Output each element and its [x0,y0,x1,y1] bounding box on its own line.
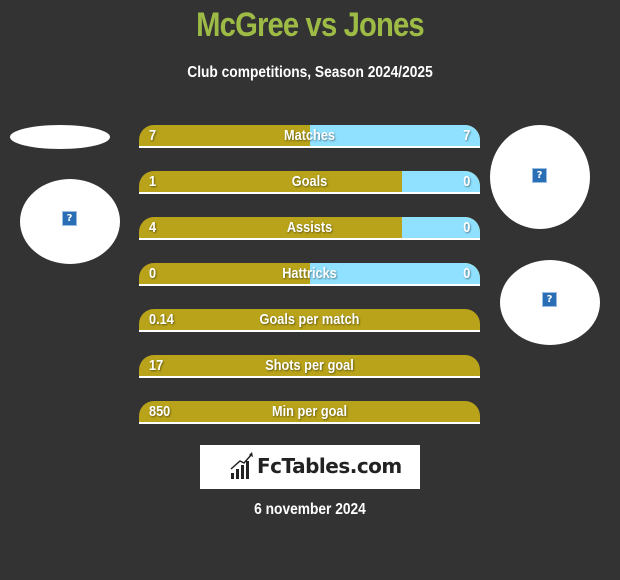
broken-image-icon: ? [532,168,547,183]
stat-label: Goals per match [259,311,360,328]
right-value: 0 [462,265,470,282]
fctables-logo[interactable]: FcTables.com [200,445,420,489]
bar-chart-logo-icon [230,452,253,479]
broken-image-icon: ? [62,211,77,226]
right-value: 7 [462,127,470,144]
page-title: McGree vs Jones [196,6,425,44]
stat-row: 850 Min per goal [139,401,480,424]
stat-label: Goals [291,173,328,190]
date-label: 6 november 2024 [254,501,366,518]
stat-row: 0.14 Goals per match [139,309,480,332]
stat-row: 4 Assists 0 [139,217,480,240]
stat-label: Assists [286,219,333,236]
left-value: 1 [149,173,157,190]
right-club-logo: ? [500,260,600,345]
left-player-photo: ? [20,179,120,264]
competition-subtitle: Club competitions, Season 2024/2025 [187,64,433,81]
stat-row: 1 Goals 0 [139,171,480,194]
left-value: 7 [149,127,157,144]
left-value: 0 [149,265,157,282]
stat-row: 17 Shots per goal [139,355,480,378]
right-value: 0 [462,219,470,236]
logo-text: FcTables.com [257,454,402,478]
stat-label: Matches [283,127,336,144]
right-value: 0 [462,173,470,190]
left-value: 4 [149,219,157,236]
stat-row: 0 Hattricks 0 [139,263,480,286]
left-value: 17 [149,357,164,374]
broken-image-icon: ? [542,292,557,307]
stat-label: Min per goal [271,403,348,420]
stat-label: Hattricks [282,265,337,282]
right-player-photo: ? [490,125,590,229]
stat-label: Shots per goal [265,357,354,374]
left-player-name-placeholder [10,125,110,149]
stat-row: 7 Matches 7 [139,125,480,148]
